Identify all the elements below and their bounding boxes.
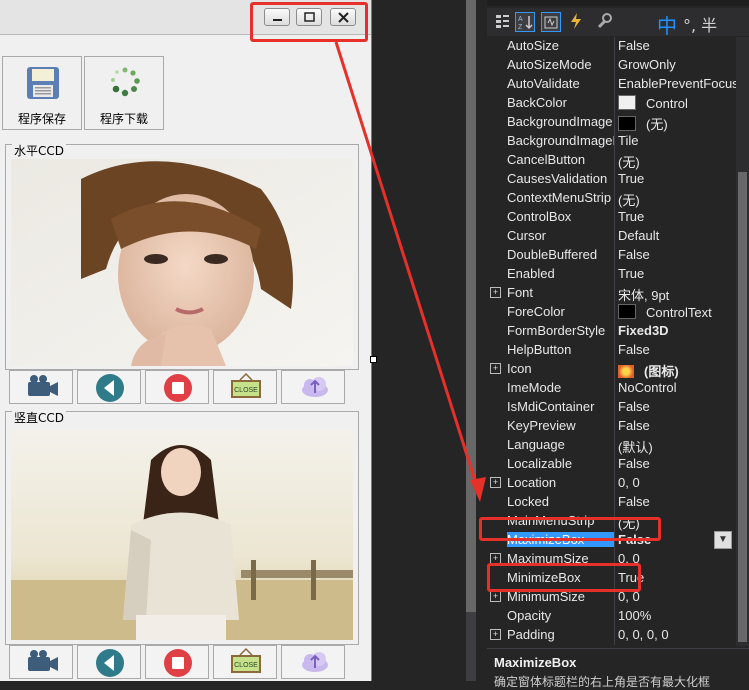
annotation-arrow	[334, 41, 486, 502]
